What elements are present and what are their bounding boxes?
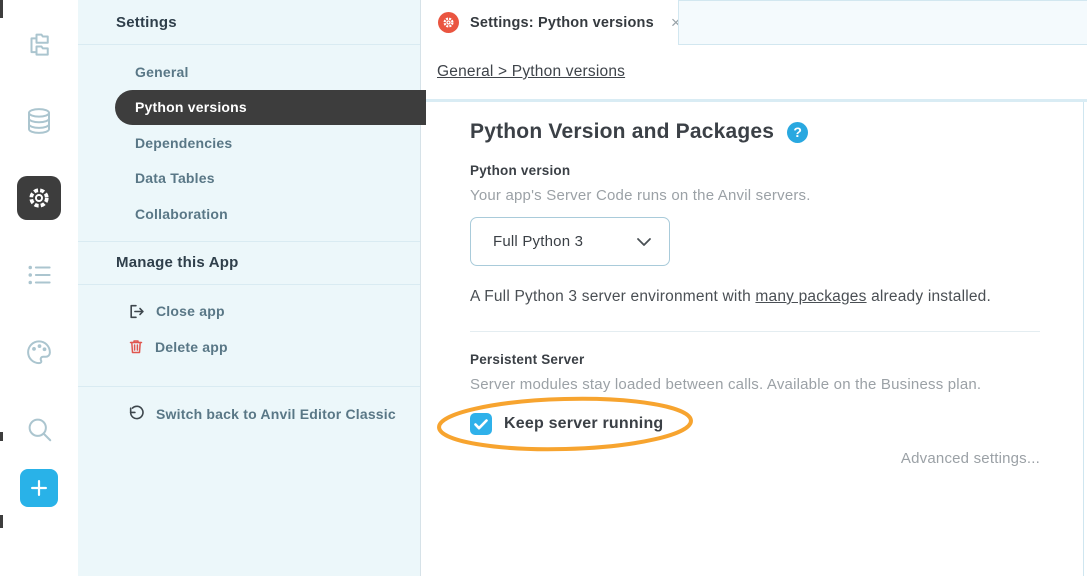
sidebar-item-general[interactable]: General bbox=[78, 54, 420, 90]
close-app-label: Close app bbox=[156, 303, 225, 319]
breadcrumb[interactable]: General > Python versions bbox=[437, 63, 625, 81]
switch-classic-label: Switch back to Anvil Editor Classic bbox=[156, 406, 396, 422]
sidebar-title: Settings bbox=[78, 0, 420, 45]
sidebar-item-collaboration[interactable]: Collaboration bbox=[78, 196, 420, 232]
content-right-border bbox=[1083, 102, 1084, 576]
sidebar-item-label: Data Tables bbox=[135, 170, 215, 186]
checkmark-icon bbox=[474, 419, 488, 430]
tab-title: Settings: Python versions bbox=[470, 15, 654, 31]
python-version-selected-value: Full Python 3 bbox=[493, 233, 583, 250]
icon-rail bbox=[0, 0, 78, 576]
tab-gear-icon bbox=[438, 12, 459, 33]
main-panel: Settings: Python versions × General > Py… bbox=[421, 0, 1087, 576]
keep-server-running-checkbox[interactable] bbox=[470, 413, 492, 435]
gear-icon[interactable] bbox=[0, 159, 78, 236]
window-edge-mark bbox=[0, 432, 3, 441]
delete-app-button[interactable]: Delete app bbox=[78, 329, 420, 365]
close-app-button[interactable]: Close app bbox=[78, 294, 420, 330]
python-version-label: Python version bbox=[470, 163, 1040, 178]
python-version-description: Your app's Server Code runs on the Anvil… bbox=[470, 187, 1040, 204]
advanced-settings-link[interactable]: Advanced settings... bbox=[470, 450, 1040, 467]
sidebar-nav: General Python versions Dependencies Dat… bbox=[78, 45, 420, 232]
list-icon[interactable] bbox=[0, 236, 78, 313]
sidebar-item-dependencies[interactable]: Dependencies bbox=[78, 125, 420, 161]
tab-settings-python-versions[interactable]: Settings: Python versions × bbox=[428, 0, 678, 45]
section-divider bbox=[470, 331, 1040, 332]
many-packages-link[interactable]: many packages bbox=[755, 288, 866, 305]
note-text: A Full Python 3 server environment with bbox=[470, 288, 755, 305]
note-text: already installed. bbox=[867, 288, 991, 305]
python-version-select[interactable]: Full Python 3 bbox=[470, 217, 670, 266]
persistent-server-description: Server modules stay loaded between calls… bbox=[470, 376, 1040, 393]
search-icon[interactable] bbox=[0, 390, 78, 467]
sidebar-item-python-versions[interactable]: Python versions bbox=[115, 90, 426, 126]
tab-bar: Settings: Python versions × bbox=[421, 0, 1087, 45]
trash-icon bbox=[128, 338, 144, 355]
forms-icon[interactable] bbox=[0, 5, 78, 82]
persistent-server-label: Persistent Server bbox=[470, 352, 1040, 367]
keep-server-running-label: Keep server running bbox=[504, 415, 663, 433]
sidebar-item-data-tables[interactable]: Data Tables bbox=[78, 161, 420, 197]
switch-classic-button[interactable]: Switch back to Anvil Editor Classic bbox=[78, 386, 420, 422]
manage-app-actions: Close app Delete app bbox=[78, 285, 420, 365]
help-icon[interactable]: ? bbox=[787, 122, 808, 143]
page-title: Python Version and Packages bbox=[470, 120, 774, 144]
window-edge-mark bbox=[0, 515, 3, 528]
active-gear-background bbox=[17, 176, 61, 220]
keep-server-running-row: Keep server running bbox=[470, 406, 663, 442]
palette-icon[interactable] bbox=[0, 313, 78, 390]
tab-strip-background bbox=[678, 0, 1087, 45]
manage-app-title: Manage this App bbox=[78, 242, 420, 285]
exit-icon bbox=[128, 303, 145, 320]
delete-app-label: Delete app bbox=[155, 339, 228, 355]
settings-sidebar: Settings General Python versions Depende… bbox=[78, 0, 421, 576]
sidebar-item-label: Collaboration bbox=[135, 206, 228, 222]
environment-note: A Full Python 3 server environment with … bbox=[470, 288, 1040, 306]
database-icon[interactable] bbox=[0, 82, 78, 159]
plus-icon[interactable] bbox=[20, 469, 58, 507]
rotate-ccw-icon bbox=[128, 405, 145, 422]
window-edge-mark bbox=[0, 0, 3, 18]
breadcrumb-row: General > Python versions bbox=[421, 45, 1087, 99]
sidebar-item-label: Dependencies bbox=[135, 135, 232, 151]
sidebar-item-label: General bbox=[135, 64, 189, 80]
settings-content: Python Version and Packages ? Python ver… bbox=[421, 102, 1087, 576]
sidebar-item-label: Python versions bbox=[135, 99, 247, 115]
chevron-down-icon bbox=[636, 237, 652, 247]
